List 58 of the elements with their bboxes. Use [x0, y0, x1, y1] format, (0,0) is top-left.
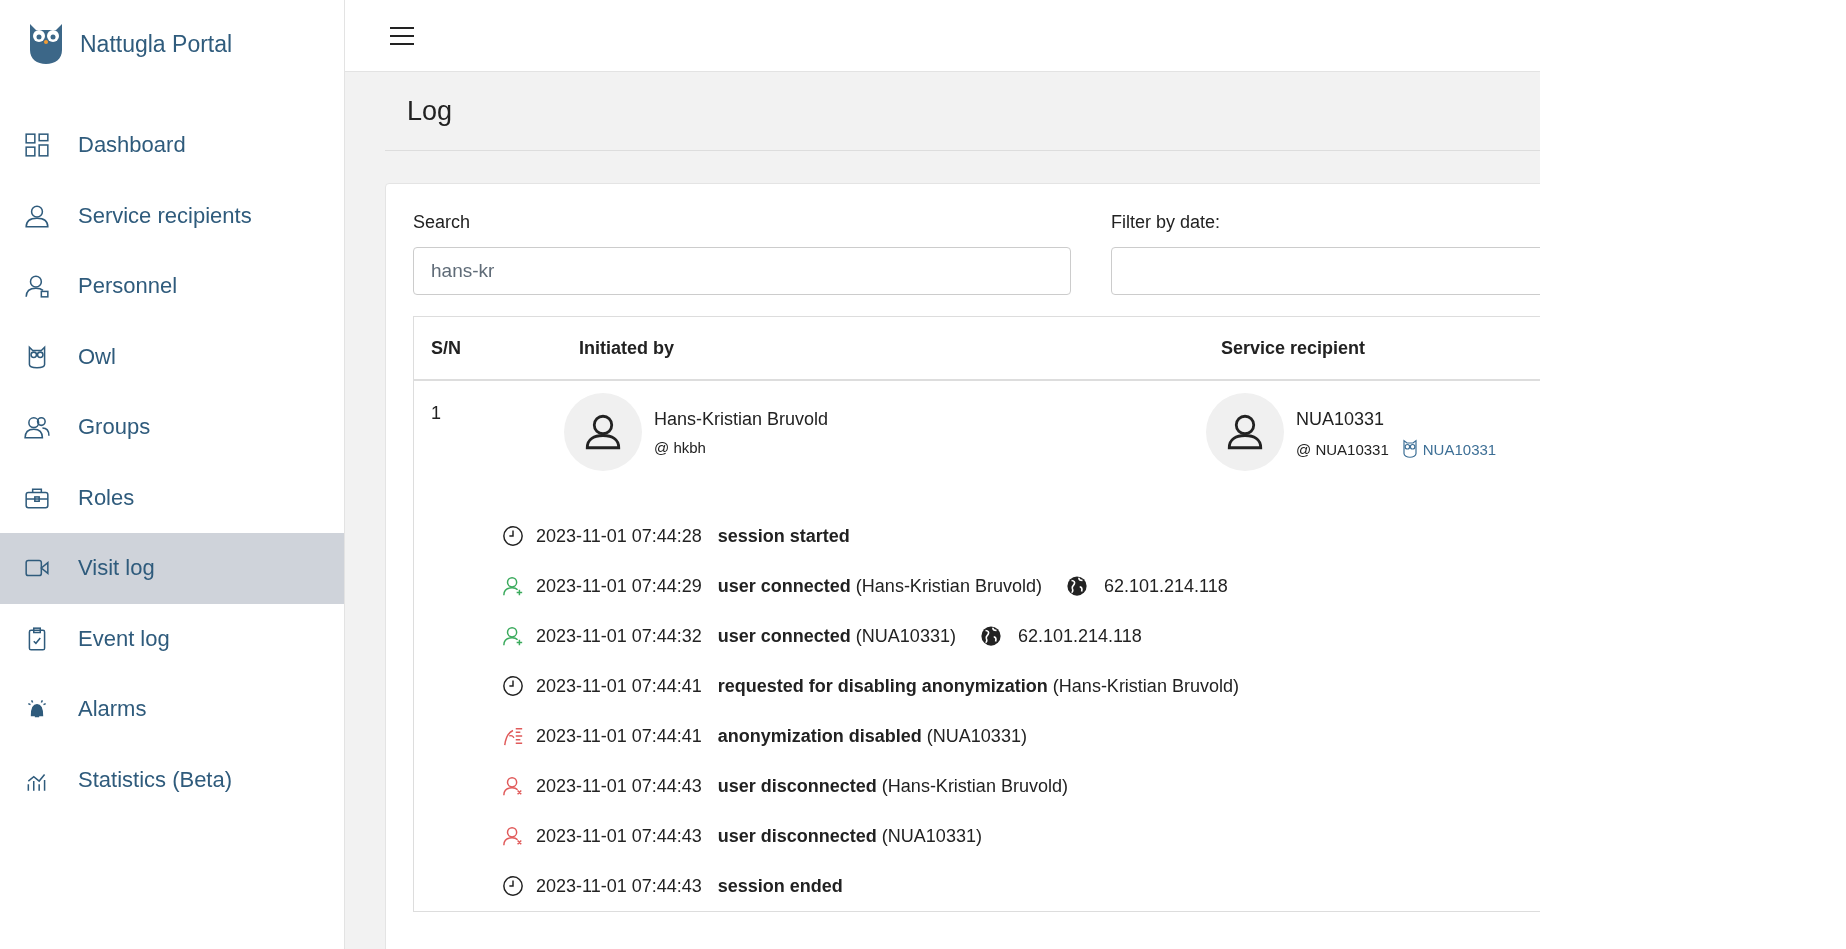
ip-address: 62.101.214.118 — [1103, 575, 1228, 597]
person-name: Hans-Kristian Bruvold — [654, 409, 829, 430]
event-time: 2023-11-01 07:44:43 — [536, 775, 702, 797]
owl-icon — [1400, 439, 1419, 459]
nav-item[interactable]: Personnel — [0, 251, 344, 322]
column-header: S/N — [430, 337, 462, 359]
event-time: 2023-11-01 07:44:43 — [536, 875, 702, 897]
person-plus-icon — [502, 625, 524, 647]
grid-icon — [24, 132, 50, 159]
nav-item[interactable]: Roles — [0, 462, 344, 533]
person-name: NUA10331 — [1296, 409, 1386, 430]
search-field[interactable]: hans-kr — [413, 247, 1071, 295]
sn-cell-text: 1 — [430, 402, 442, 425]
nav-item[interactable]: Groups — [0, 392, 344, 463]
ip-address: 62.101.214.118 — [1017, 625, 1142, 647]
clock-icon — [502, 875, 524, 897]
event-description: user connected (Hans-Kristian Bruvold) — [717, 575, 1042, 597]
nav-item[interactable]: Visit log — [0, 533, 344, 604]
event-description: user disconnected (NUA10331) — [717, 825, 982, 847]
globe-icon — [979, 625, 1002, 647]
event-time: 2023-11-01 07:44:28 — [536, 525, 702, 547]
nav-item[interactable]: Service recipients — [0, 180, 344, 251]
nav-item[interactable]: Dashboard — [0, 110, 344, 181]
brand-name: Nattugla Portal — [80, 30, 233, 58]
event-time: 2023-11-01 07:44:29 — [536, 575, 702, 597]
owl-link[interactable]: NUA10331 — [1422, 440, 1497, 458]
event-time: 2023-11-01 07:44:43 — [536, 825, 702, 847]
people-icon — [24, 414, 50, 441]
unmask-icon — [502, 725, 524, 747]
page-title: Log — [407, 95, 453, 127]
person-x-icon — [502, 775, 524, 797]
column-header: Service recipient — [1221, 337, 1367, 359]
event-description: anonymization disabled (NUA10331) — [717, 725, 1027, 747]
clock-icon — [502, 525, 524, 547]
date-filter-field[interactable] — [1111, 247, 1540, 295]
event-time: 2023-11-01 07:44:32 — [536, 625, 702, 647]
date-filter-label: Filter by date: — [1111, 212, 1222, 233]
username: @ hkbh — [654, 439, 706, 456]
event-description: requested for disabling anonymization (Hans-Kristian Bruvold) — [717, 675, 1239, 697]
event-description: session ended — [717, 875, 843, 897]
nav-item[interactable]: Alarms — [0, 674, 344, 745]
nav-item[interactable]: Event log — [0, 603, 344, 674]
menu-icon[interactable] — [389, 24, 415, 47]
username: @ NUA10331 — [1296, 440, 1389, 458]
column-header: Initiated by — [579, 337, 675, 359]
nav-item[interactable]: Statistics (Beta) — [0, 744, 344, 815]
person-icon — [24, 273, 50, 300]
clock-icon — [502, 675, 524, 697]
person-x-icon — [502, 825, 524, 847]
event-description: user disconnected (Hans-Kristian Bruvold) — [717, 775, 1068, 797]
event-description: session started — [717, 525, 850, 547]
nav-item[interactable]: Owl — [0, 321, 344, 392]
event-time: 2023-11-01 07:44:41 — [536, 725, 702, 747]
person-plus-icon — [502, 575, 524, 597]
event-description: user connected (NUA10331) — [717, 625, 956, 647]
globe-icon — [1065, 575, 1088, 597]
event-time: 2023-11-01 07:44:41 — [536, 675, 702, 697]
search-label: Search — [413, 212, 472, 233]
